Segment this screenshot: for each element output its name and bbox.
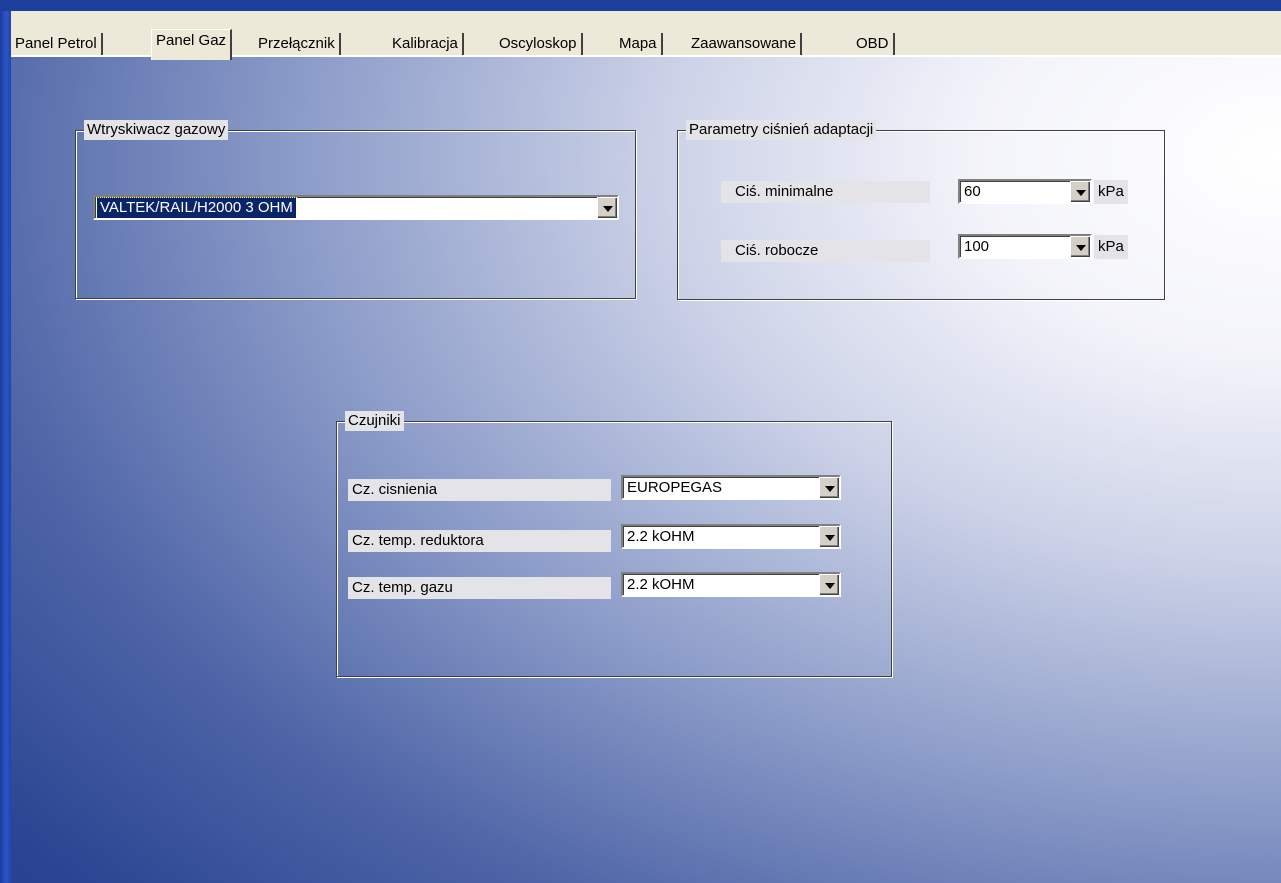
sensors-group-title: Czujniki — [345, 411, 404, 431]
reducer-temp-sensor-label: Cz. temp. reduktora — [348, 530, 611, 552]
pressure-group: Parametry ciśnień adaptacji Ciś. minimal… — [677, 120, 1165, 300]
injector-group: Wtryskiwacz gazowy VALTEK/RAIL/H2000 3 O… — [75, 120, 636, 299]
window-frame-top — [0, 0, 1281, 11]
work-pressure-unit: kPa — [1094, 235, 1128, 259]
tab-bar: Panel Petrol Panel Gaz Przełącznik Kalib… — [11, 11, 1281, 60]
chevron-down-icon[interactable] — [1070, 236, 1090, 257]
work-pressure-label: Ciś. robocze — [721, 240, 930, 262]
chevron-down-icon[interactable] — [1070, 181, 1090, 202]
tab-panel-petrol[interactable]: Panel Petrol — [11, 33, 103, 57]
injector-select-value: VALTEK/RAIL/H2000 3 OHM — [96, 197, 297, 219]
gas-temp-sensor-select[interactable]: 2.2 kOHM — [621, 572, 841, 597]
pressure-sensor-select[interactable]: EUROPEGAS — [621, 475, 841, 500]
min-pressure-unit: kPa — [1094, 180, 1128, 204]
injector-select[interactable]: VALTEK/RAIL/H2000 3 OHM — [93, 195, 619, 220]
pressure-sensor-label: Cz. cisnienia — [348, 479, 611, 501]
tab-kalibracja[interactable]: Kalibracja — [388, 33, 464, 57]
sensors-group: Czujniki Cz. cisnienia EUROPEGAS Cz. tem… — [336, 411, 892, 677]
chevron-down-icon[interactable] — [819, 526, 839, 547]
window-frame-left — [0, 11, 11, 883]
tab-oscyloskop[interactable]: Oscyloskop — [495, 33, 583, 57]
reducer-temp-sensor-value: 2.2 kOHM — [627, 528, 695, 545]
pressure-sensor-value: EUROPEGAS — [627, 479, 723, 496]
tab-obd[interactable]: OBD — [852, 33, 895, 57]
chevron-down-icon[interactable] — [819, 477, 839, 498]
min-pressure-label: Ciś. minimalne — [721, 181, 930, 203]
tab-przelacznik[interactable]: Przełącznik — [254, 33, 341, 57]
tab-panel-gaz[interactable]: Panel Gaz — [151, 29, 233, 60]
tab-content-panel-gaz: Wtryskiwacz gazowy VALTEK/RAIL/H2000 3 O… — [11, 57, 1281, 883]
injector-group-title: Wtryskiwacz gazowy — [84, 120, 229, 140]
chevron-down-icon[interactable] — [819, 574, 839, 595]
tab-mapa[interactable]: Mapa — [615, 33, 663, 57]
tab-zaawansowane[interactable]: Zaawansowane — [687, 33, 803, 57]
reducer-temp-sensor-select[interactable]: 2.2 kOHM — [621, 524, 841, 549]
min-pressure-select[interactable]: 60 — [958, 179, 1092, 204]
gas-temp-sensor-label: Cz. temp. gazu — [348, 577, 611, 599]
min-pressure-value: 60 — [964, 183, 981, 200]
work-pressure-value: 100 — [964, 238, 990, 255]
gas-temp-sensor-value: 2.2 kOHM — [627, 576, 695, 593]
pressure-group-title: Parametry ciśnień adaptacji — [686, 120, 877, 140]
work-pressure-select[interactable]: 100 — [958, 234, 1092, 259]
chevron-down-icon[interactable] — [597, 197, 617, 218]
